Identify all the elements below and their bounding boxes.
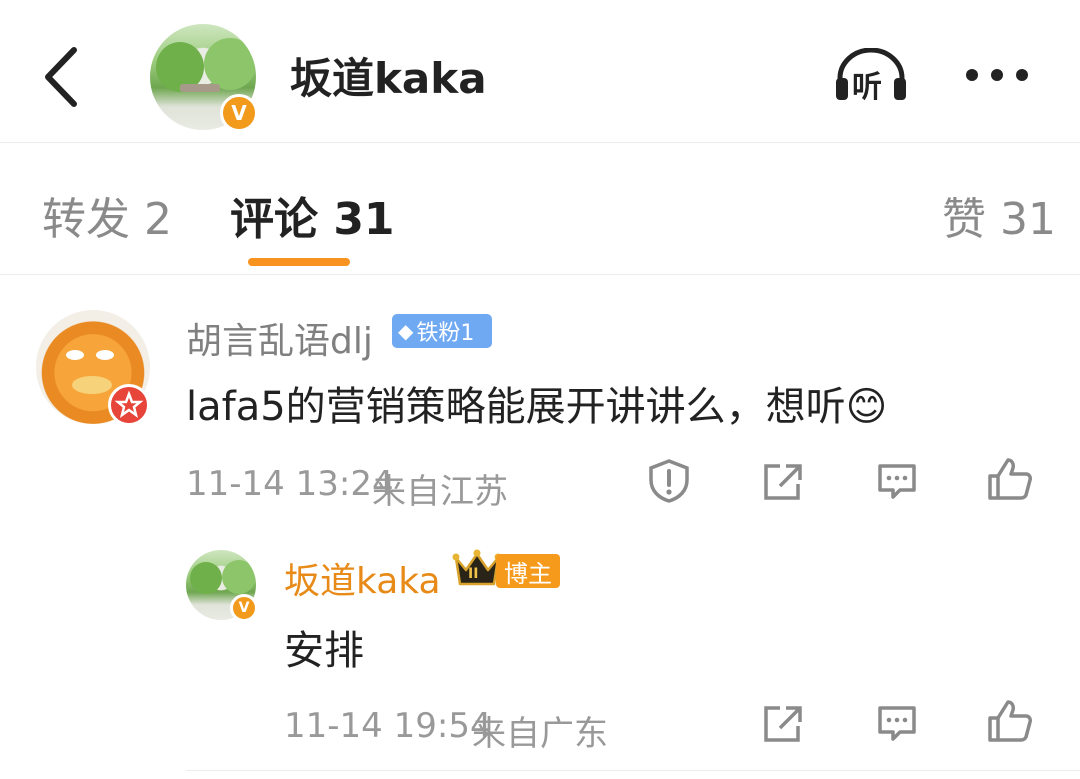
tab-bar: 转发 2 评论 31 赞 31	[0, 143, 1080, 275]
comment-text: lafa5的营销策略能展开讲讲么，想听😊	[186, 384, 888, 430]
listen-label: 听	[852, 70, 882, 105]
reply-username[interactable]: 坂道kaka	[284, 552, 441, 604]
reply-comment-icon[interactable]	[876, 704, 918, 744]
commenter-name[interactable]: 胡言乱语dlj	[186, 312, 373, 364]
active-tab-indicator	[248, 258, 350, 266]
comment-icon[interactable]	[876, 462, 918, 502]
repost-icon[interactable]	[762, 462, 804, 502]
reply-like-icon[interactable]	[986, 698, 1034, 744]
account-name[interactable]: 坂道kaka	[290, 54, 487, 104]
reply-text: 安排	[284, 628, 364, 674]
listen-button[interactable]: 听	[834, 47, 908, 105]
tab-like[interactable]: 赞 31	[942, 183, 1056, 247]
more-dots-icon[interactable]	[964, 66, 1030, 84]
tab-comment[interactable]: 评论 31	[230, 183, 395, 247]
top-bar: V 坂道kaka 听	[0, 0, 1080, 143]
reply-time: 11-14 19:54	[284, 706, 492, 746]
back-icon[interactable]	[40, 46, 80, 108]
member-badge-icon	[108, 384, 150, 426]
fan-badge-label: 铁粉1	[416, 321, 475, 346]
like-icon[interactable]	[986, 456, 1034, 502]
host-badge: 博主	[496, 554, 560, 588]
reply-repost-icon[interactable]	[762, 704, 804, 744]
report-icon[interactable]	[646, 458, 692, 504]
reply-location: 来自广东	[472, 714, 608, 754]
reply-verified-badge: V	[230, 594, 258, 622]
tab-repost[interactable]: 转发 2	[42, 183, 172, 247]
fan-badge: ◆ 铁粉1	[392, 314, 492, 348]
crown-level: II	[468, 566, 479, 582]
crown-icon: II	[452, 548, 502, 590]
diamond-icon: ◆	[398, 319, 414, 343]
comment-time: 11-14 13:24	[186, 464, 394, 504]
divider	[186, 770, 1080, 771]
verified-badge: V	[220, 94, 258, 132]
comment-location: 来自江苏	[372, 472, 508, 512]
